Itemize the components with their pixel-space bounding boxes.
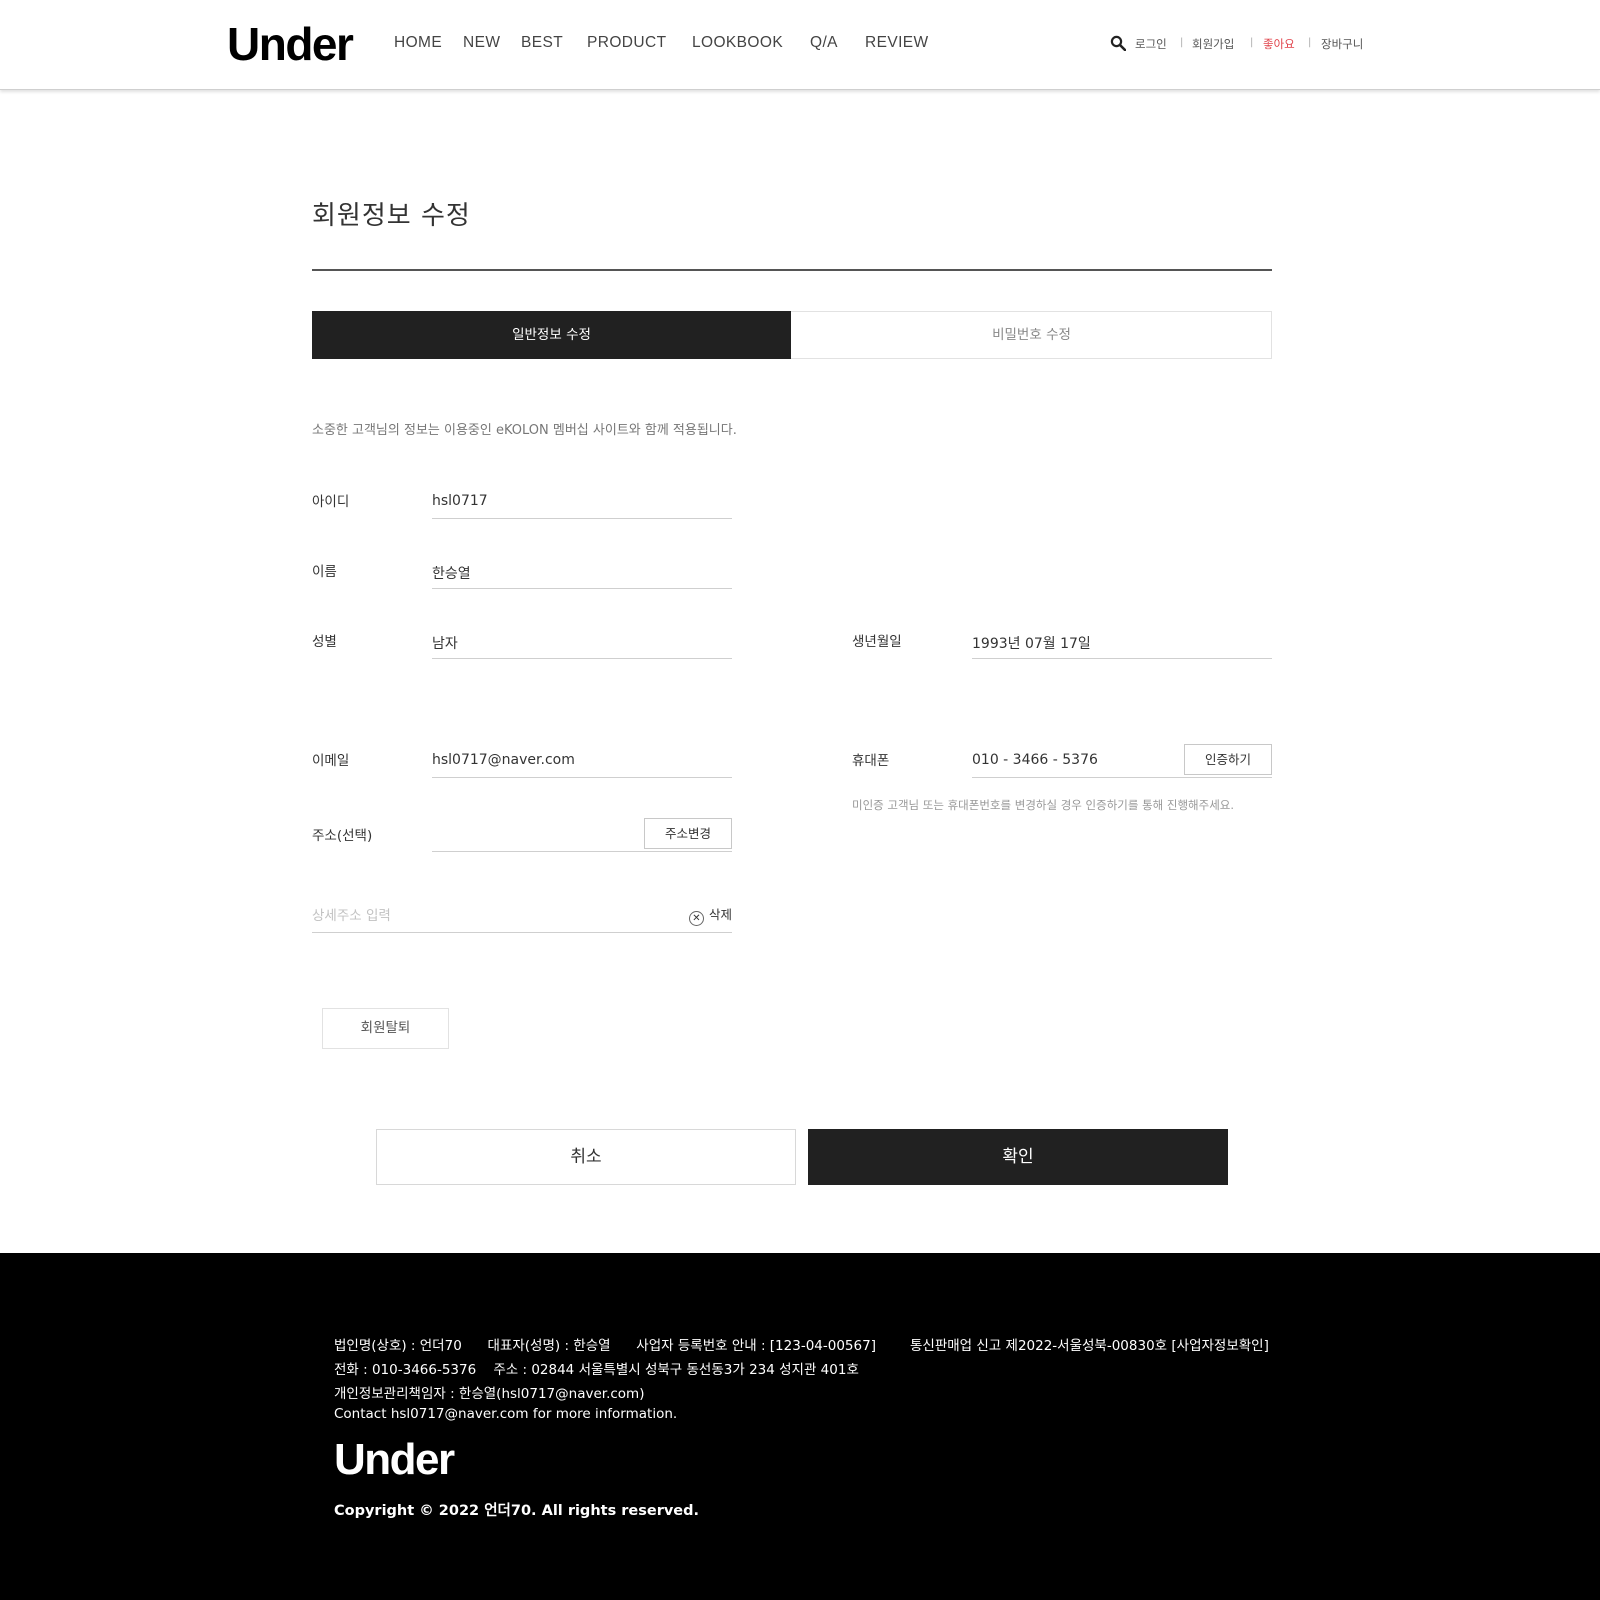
site-logo[interactable]: Under xyxy=(227,16,354,72)
id-value: hsl0717 xyxy=(432,493,488,509)
delete-label: 삭제 xyxy=(708,907,732,922)
email-value[interactable]: hsl0717@naver.com xyxy=(432,752,575,768)
tab-general-info[interactable]: 일반정보 수정 xyxy=(312,311,791,359)
address-change-button[interactable]: 주소변경 xyxy=(644,818,732,849)
nav-best[interactable]: BEST xyxy=(521,34,563,52)
email-label: 이메일 xyxy=(312,753,350,769)
address-label: 주소(선택) xyxy=(312,828,373,844)
gender-field: 남자 xyxy=(432,623,732,659)
birth-label: 생년월일 xyxy=(852,634,902,650)
name-label: 이름 xyxy=(312,564,337,580)
phone-value[interactable]: 010 - 3466 - 5376 xyxy=(972,752,1098,768)
gender-label: 성별 xyxy=(312,634,337,650)
footer-logo: Under xyxy=(334,1435,455,1484)
page-title: 회원정보 수정 xyxy=(312,201,471,231)
name-field: 한승열 xyxy=(432,553,732,589)
util-separator: | xyxy=(1250,37,1254,48)
confirm-button[interactable]: 확인 xyxy=(808,1129,1228,1185)
detail-address-input[interactable]: 상세주소 입력 ✕ 삭제 xyxy=(312,890,732,933)
phone-note: 미인증 고객님 또는 휴대폰번호를 변경하실 경우 인증하기를 통해 진행해주세… xyxy=(852,798,1235,812)
detail-address-delete[interactable]: ✕ 삭제 xyxy=(688,904,732,926)
footer-contact-address: 전화 : 010-3466-5376 주소 : 02844 서울특별시 성북구 … xyxy=(334,1362,859,1378)
footer-business-report[interactable]: 통신판매업 신고 제2022-서울성북-00830호 [사업자정보확인] xyxy=(910,1334,1269,1354)
id-field: hsl0717 xyxy=(432,483,732,519)
util-separator: | xyxy=(1180,37,1184,48)
nav-new[interactable]: NEW xyxy=(463,34,500,52)
footer-privacy-officer: 개인정보관리책임자 : 한승열(hsl0717@naver.com) xyxy=(334,1386,645,1402)
search-icon[interactable] xyxy=(1110,35,1126,51)
name-value: 한승열 xyxy=(432,566,471,582)
cancel-button[interactable]: 취소 xyxy=(376,1129,796,1185)
like-link[interactable]: 좋아요 xyxy=(1263,36,1295,52)
nav-home[interactable]: HOME xyxy=(394,34,442,52)
birth-value: 1993년 07월 17일 xyxy=(972,636,1091,652)
detail-address-placeholder: 상세주소 입력 xyxy=(312,908,391,924)
edit-tabs: 일반정보 수정 비밀번호 수정 xyxy=(312,311,1272,359)
cart-link[interactable]: 장바구니 xyxy=(1321,36,1363,52)
nav-review[interactable]: REVIEW xyxy=(865,34,929,52)
util-separator: | xyxy=(1308,37,1312,48)
footer-company-info: 법인명(상호) : 언더70 대표자(성명) : 한승열 사업자 등록번호 안내… xyxy=(334,1338,876,1354)
verify-button[interactable]: 인증하기 xyxy=(1184,744,1272,775)
signup-link[interactable]: 회원가입 xyxy=(1192,36,1234,52)
withdraw-button[interactable]: 회원탈퇴 xyxy=(322,1008,449,1049)
close-circle-icon: ✕ xyxy=(688,911,704,926)
title-divider xyxy=(312,269,1272,271)
nav-product[interactable]: PRODUCT xyxy=(587,34,666,52)
phone-label: 휴대폰 xyxy=(852,753,890,769)
login-link[interactable]: 로그인 xyxy=(1135,36,1167,52)
email-field[interactable]: hsl0717@naver.com xyxy=(432,742,732,778)
id-label: 아이디 xyxy=(312,494,350,510)
footer-copyright: Copyright © 2022 언더70. All rights reserv… xyxy=(334,1503,700,1519)
intro-text: 소중한 고객님의 정보는 이용중인 eKOLON 멤버십 사이트와 함께 적용됩… xyxy=(312,423,737,438)
birth-field: 1993년 07월 17일 xyxy=(972,623,1272,659)
nav-lookbook[interactable]: LOOKBOOK xyxy=(692,34,783,52)
footer-contact-email: Contact hsl0717@naver.com for more infor… xyxy=(334,1406,678,1422)
tab-password[interactable]: 비밀번호 수정 xyxy=(792,312,1271,358)
nav-qa[interactable]: Q/A xyxy=(810,34,838,52)
gender-value: 남자 xyxy=(432,636,458,652)
site-header: Under HOME NEW BEST PRODUCT LOOKBOOK Q/A… xyxy=(0,0,1600,90)
site-footer: 법인명(상호) : 언더70 대표자(성명) : 한승열 사업자 등록번호 안내… xyxy=(0,1253,1600,1600)
